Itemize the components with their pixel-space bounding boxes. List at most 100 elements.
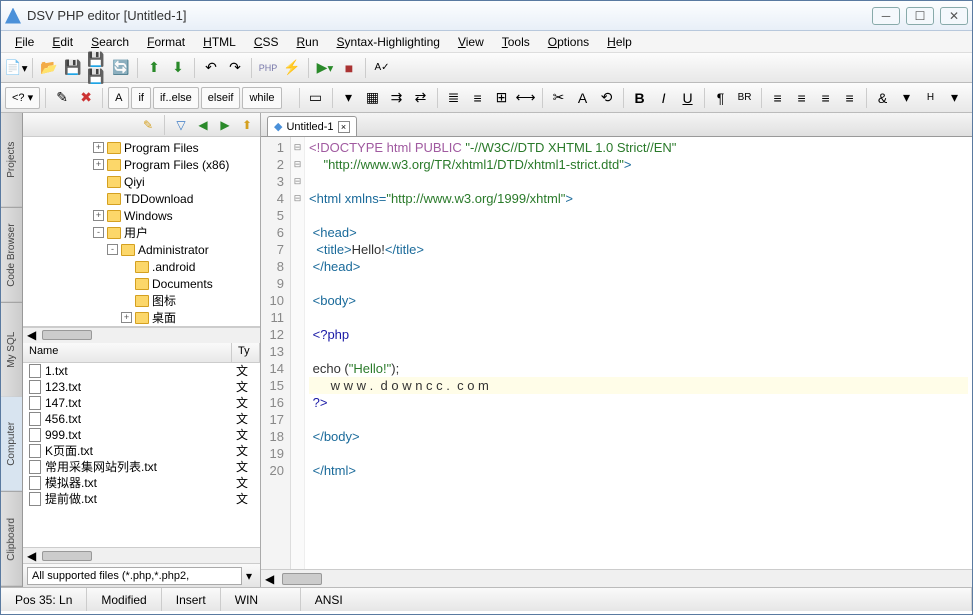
open-button[interactable]: 📂 [38,57,60,79]
menu-format[interactable]: Format [139,33,193,51]
format-button-17[interactable]: ≡ [767,87,789,109]
menu-edit[interactable]: Edit [44,33,81,51]
tree-item[interactable]: Documents [23,275,260,292]
filter-dropdown-icon[interactable]: ▾ [242,569,256,583]
menu-file[interactable]: File [7,33,42,51]
file-row[interactable]: 1.txt文 [23,363,260,379]
menu-run[interactable]: Run [289,33,327,51]
code-line[interactable]: <title>Hello!</title> [309,241,968,258]
undo-button[interactable]: ↶ [200,57,222,79]
tree-expand-icon[interactable]: + [93,159,104,170]
tree-expand-icon[interactable]: - [93,227,104,238]
close-button[interactable]: ✕ [940,7,968,25]
code-line[interactable] [309,411,968,428]
side-tab-projects[interactable]: Projects [1,113,22,208]
format-button-1[interactable]: ▾ [338,87,360,109]
tree-item[interactable]: TDDownload [23,190,260,207]
format-button-11[interactable]: ⟲ [596,87,618,109]
file-filter-input[interactable] [27,567,242,585]
file-list-hscroll[interactable]: ◀ [23,547,260,563]
code-line[interactable]: </head> [309,258,968,275]
fold-marker[interactable]: ⊟ [291,156,304,173]
download-button[interactable]: ⬇ [167,57,189,79]
format-button-13[interactable]: I [653,87,675,109]
format-button-23[interactable]: H [920,87,942,109]
lightning-button[interactable]: ⚡ [281,57,303,79]
code-line[interactable] [309,309,968,326]
stop-button[interactable]: ■ [338,57,360,79]
fold-marker[interactable]: ⊟ [291,190,304,207]
code-line[interactable] [309,445,968,462]
save-all-button[interactable]: 💾💾 [86,57,108,79]
menu-html[interactable]: HTML [195,33,244,51]
code-line[interactable] [309,343,968,360]
tree-item[interactable]: +Windows [23,207,260,224]
tree-item[interactable]: 图标 [23,292,260,309]
format-button-4[interactable]: ⇄ [410,87,432,109]
menu-css[interactable]: CSS [246,33,287,51]
format-button-19[interactable]: ≡ [815,87,837,109]
tree-item[interactable]: +Program Files (x86) [23,156,260,173]
tab-close-button[interactable]: × [338,121,350,133]
code-line[interactable]: "http://www.w3.org/TR/xhtml1/DTD/xhtml1-… [309,156,968,173]
refresh-button[interactable]: 🔄 [110,57,132,79]
format-button-15[interactable]: ¶ [710,87,732,109]
format-button-21[interactable]: & [872,87,894,109]
php-insert-button[interactable]: <? ▾ [5,87,40,109]
code-line[interactable] [309,173,968,190]
upload-button[interactable]: ⬆ [143,57,165,79]
code-line[interactable]: ?> [309,394,968,411]
format-button-16[interactable]: BR [734,87,756,109]
code-line[interactable]: echo ("Hello!"); [309,360,968,377]
file-row[interactable]: 常用采集网站列表.txt文 [23,459,260,475]
editor-hscroll[interactable]: ◀ [261,569,972,587]
tree-expand-icon[interactable]: + [93,210,104,221]
format-button-8[interactable]: ⟷ [515,87,537,109]
maximize-button[interactable]: ☐ [906,7,934,25]
col-name[interactable]: Name [23,343,232,362]
code-line[interactable]: <?php [309,326,968,343]
code-line[interactable]: </html> [309,462,968,479]
code-line[interactable]: <!DOCTYPE html PUBLIC "-//W3C//DTD XHTML… [309,139,968,156]
redo-button[interactable]: ↷ [224,57,246,79]
file-row[interactable]: 999.txt文 [23,427,260,443]
file-row[interactable]: 147.txt文 [23,395,260,411]
tree-edit-button[interactable]: ✎ [139,116,157,134]
code-line[interactable]: w w w . d o w n c c . c o m [309,377,968,394]
tree-item[interactable]: -Administrator [23,241,260,258]
code-editor[interactable]: <!DOCTYPE html PUBLIC "-//W3C//DTD XHTML… [305,137,972,569]
tree-up-button[interactable]: ⬆ [238,116,256,134]
tree-item[interactable]: +Program Files [23,139,260,156]
code-line[interactable]: <html xmlns="http://www.w3.org/1999/xhtm… [309,190,968,207]
fold-marker[interactable]: ⊟ [291,139,304,156]
side-tab-code-browser[interactable]: Code Browser [1,208,22,303]
fold-column[interactable]: ⊟⊟⊟⊟ [291,137,305,569]
snippet-ifelse-button[interactable]: if..else [153,87,199,109]
format-button-24[interactable]: ▾ [944,87,966,109]
tree-item[interactable]: Qiyi [23,173,260,190]
file-tab-untitled[interactable]: ◆ Untitled-1 × [267,116,357,136]
menu-options[interactable]: Options [540,33,597,51]
tree-hscroll[interactable]: ◀ [23,327,260,343]
col-type[interactable]: Ty [232,343,260,362]
spellcheck-button[interactable]: A✓ [371,57,393,79]
new-file-button[interactable]: 📄▾ [5,57,27,79]
format-button-20[interactable]: ≡ [839,87,861,109]
tree-filter-button[interactable]: ▽ [172,116,190,134]
run-button[interactable]: ▶▾ [314,57,336,79]
format-button-22[interactable]: ▾ [896,87,918,109]
snippet-A-button[interactable]: A [108,87,129,109]
file-list[interactable]: 1.txt文123.txt文147.txt文456.txt文999.txt文K页… [23,363,260,548]
format-button-5[interactable]: ≣ [443,87,465,109]
format-button-6[interactable]: ≡ [467,87,489,109]
file-row[interactable]: 123.txt文 [23,379,260,395]
format-button-14[interactable]: U [677,87,699,109]
file-row[interactable]: 提前做.txt文 [23,491,260,507]
fold-marker[interactable]: ⊟ [291,173,304,190]
menu-help[interactable]: Help [599,33,640,51]
tree-item[interactable]: -用户 [23,224,260,241]
minimize-button[interactable]: ─ [872,7,900,25]
code-line[interactable]: <head> [309,224,968,241]
php-check-button[interactable]: PHP [257,57,279,79]
tree-back-button[interactable]: ◀ [194,116,212,134]
